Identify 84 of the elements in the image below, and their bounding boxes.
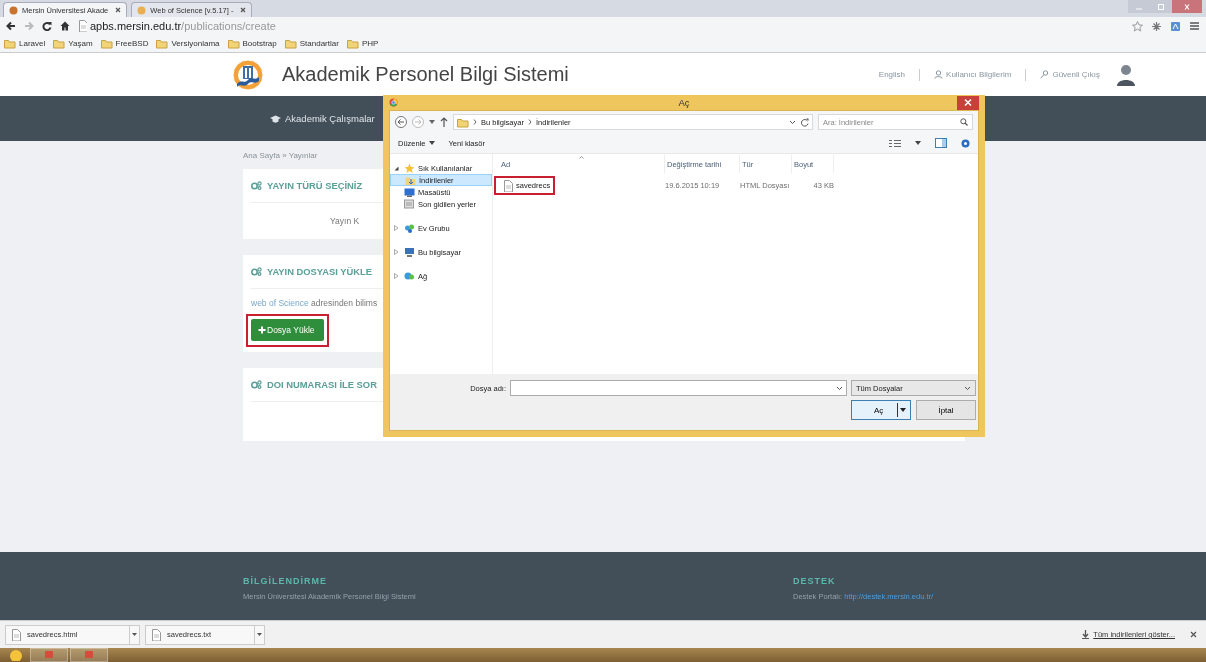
graduation-cap-icon bbox=[270, 114, 281, 123]
caret-icon bbox=[836, 385, 843, 391]
user-icon bbox=[934, 70, 944, 79]
folder-icon bbox=[53, 38, 66, 49]
folder-icon bbox=[4, 38, 16, 49]
folder-icon bbox=[284, 38, 297, 49]
upload-button[interactable]: Dosya Yükle bbox=[251, 319, 324, 341]
folder-icon bbox=[156, 38, 169, 49]
folder-icon bbox=[100, 38, 113, 49]
file-icon bbox=[11, 628, 21, 641]
card-title: DOI NUMARASI İLE SOR bbox=[267, 379, 377, 390]
cogs-icon bbox=[251, 267, 262, 276]
bookmark[interactable]: Bootstrap bbox=[227, 38, 277, 49]
footer-heading: BİLGİLENDİRME bbox=[243, 576, 328, 586]
url-text: apbs.mersin.edu.tr/publications/create bbox=[90, 20, 276, 32]
app-icon bbox=[44, 650, 54, 659]
homegroup-icon bbox=[404, 222, 415, 234]
close-icon[interactable] bbox=[1190, 631, 1197, 638]
caret-icon bbox=[964, 385, 971, 391]
logo bbox=[232, 58, 264, 91]
download-icon bbox=[1082, 630, 1090, 639]
refresh-icon[interactable] bbox=[800, 117, 809, 127]
plus-icon bbox=[258, 326, 266, 334]
home-icon[interactable] bbox=[60, 21, 70, 31]
footer-heading: DESTEK bbox=[793, 576, 837, 586]
back-icon[interactable] bbox=[6, 21, 16, 31]
star-icon bbox=[404, 162, 415, 174]
extension-icon[interactable] bbox=[1151, 20, 1162, 32]
bookmark[interactable]: Standartlar bbox=[284, 38, 339, 49]
site-title: Akademik Personel Bilgi Sistemi bbox=[282, 63, 570, 86]
dialog-title: Aç bbox=[678, 97, 690, 108]
computer-icon bbox=[404, 246, 415, 258]
maximize-icon bbox=[1157, 3, 1165, 10]
filename-field[interactable] bbox=[510, 380, 847, 396]
folder-icon bbox=[457, 116, 469, 128]
extension-icon[interactable] bbox=[1170, 20, 1181, 32]
file-icon bbox=[503, 179, 513, 192]
card-title: YAYIN DOSYASI YÜKLE bbox=[267, 266, 373, 277]
folder-icon bbox=[227, 38, 240, 49]
file-icon bbox=[151, 628, 161, 641]
folder-icon bbox=[346, 38, 359, 49]
close-icon bbox=[964, 99, 972, 106]
card-title: YAYIN TÜRÜ SEÇİNİZ bbox=[267, 180, 363, 191]
browser-logo-icon bbox=[389, 98, 398, 107]
close-button[interactable] bbox=[957, 95, 979, 110]
avatar-icon[interactable] bbox=[1116, 63, 1136, 86]
open-button[interactable]: Aç bbox=[851, 400, 911, 420]
bookmark[interactable]: PHP bbox=[346, 38, 379, 49]
cogs-icon bbox=[251, 380, 262, 389]
close-icon[interactable] bbox=[115, 7, 122, 13]
caret-icon[interactable] bbox=[132, 633, 137, 636]
chevron-icon bbox=[527, 119, 532, 125]
page-icon bbox=[78, 20, 87, 32]
bookmark[interactable]: Laravel bbox=[4, 38, 46, 49]
close-icon[interactable] bbox=[240, 7, 247, 13]
dropdown-icon bbox=[897, 403, 907, 417]
search-icon bbox=[960, 118, 968, 126]
circle-icon bbox=[137, 5, 147, 15]
help-icon[interactable] bbox=[961, 138, 970, 148]
view-options-icon[interactable] bbox=[889, 138, 901, 148]
document-icon bbox=[404, 198, 415, 210]
bookmark[interactable]: Yaşam bbox=[53, 38, 93, 49]
monitor-icon bbox=[404, 186, 415, 198]
expanded-arrow-icon[interactable] bbox=[394, 165, 399, 171]
breadcrumb: Ana Sayfa » Yayınlar bbox=[243, 150, 318, 160]
bookmark[interactable]: Versiyonlama bbox=[156, 38, 220, 49]
cancel-button[interactable]: İptal bbox=[916, 400, 976, 420]
start-icon[interactable] bbox=[8, 649, 24, 661]
network-icon bbox=[404, 270, 415, 282]
menu-icon[interactable] bbox=[1189, 21, 1200, 31]
up-arrow-icon[interactable] bbox=[440, 117, 448, 127]
field-label: Yayın K bbox=[330, 216, 360, 226]
caret-icon[interactable] bbox=[789, 119, 796, 125]
app-icon bbox=[84, 650, 94, 659]
reload-icon[interactable] bbox=[42, 21, 52, 31]
bookmark[interactable]: FreeBSD bbox=[100, 38, 149, 49]
preview-pane-icon[interactable] bbox=[935, 138, 947, 148]
back-icon[interactable] bbox=[395, 116, 407, 128]
close-icon bbox=[1183, 3, 1191, 10]
caret-icon[interactable] bbox=[257, 633, 262, 636]
cogs-icon bbox=[251, 181, 262, 190]
star-icon[interactable] bbox=[1132, 20, 1143, 32]
caret-icon[interactable] bbox=[429, 120, 435, 124]
chevron-icon bbox=[473, 119, 477, 125]
